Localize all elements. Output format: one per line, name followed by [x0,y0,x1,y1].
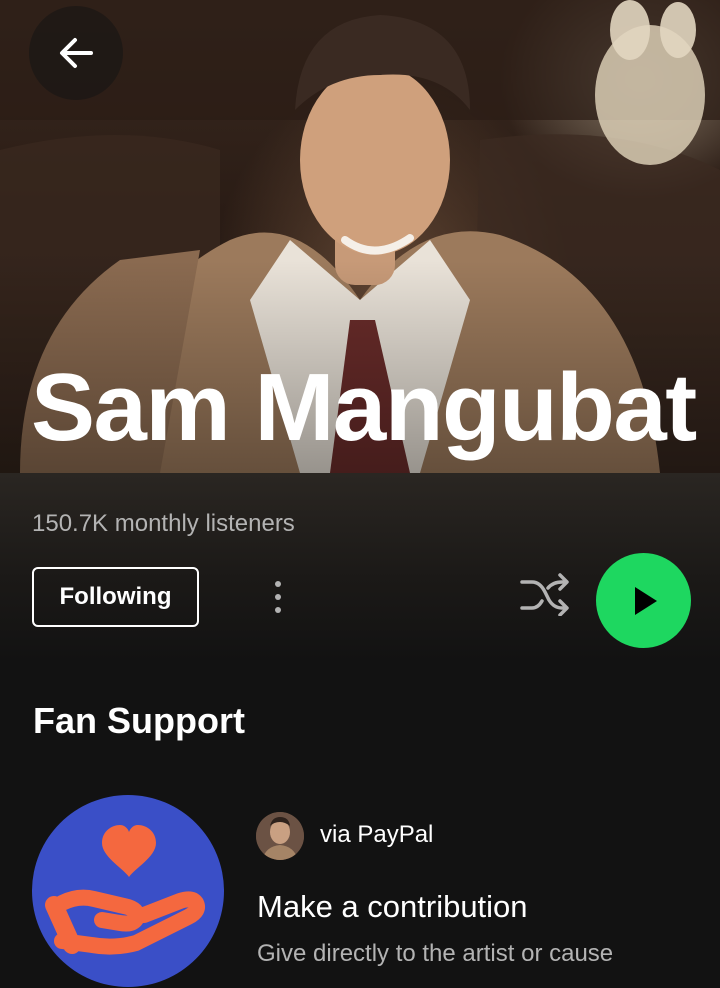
shuffle-icon [520,573,569,617]
contribution-title[interactable]: Make a contribution [257,889,528,925]
play-button[interactable] [596,553,691,648]
more-options-button[interactable] [258,572,298,622]
back-button[interactable] [29,6,123,100]
artist-name: Sam Mangubat [31,354,697,461]
following-button[interactable]: Following [32,567,199,627]
shuffle-button[interactable] [518,572,572,617]
heart-in-hand-icon [45,825,205,955]
arrow-left-icon [60,38,93,68]
artist-avatar [256,812,304,860]
more-vertical-icon [275,581,281,587]
fan-support-card-image[interactable] [32,795,224,987]
via-paypal-label: via PayPal [320,821,434,848]
play-icon [634,586,657,615]
contribution-subtitle: Give directly to the artist or cause [257,940,614,967]
fan-support-heading: Fan Support [33,700,245,741]
monthly-listeners: 150.7K monthly listeners [32,510,295,537]
